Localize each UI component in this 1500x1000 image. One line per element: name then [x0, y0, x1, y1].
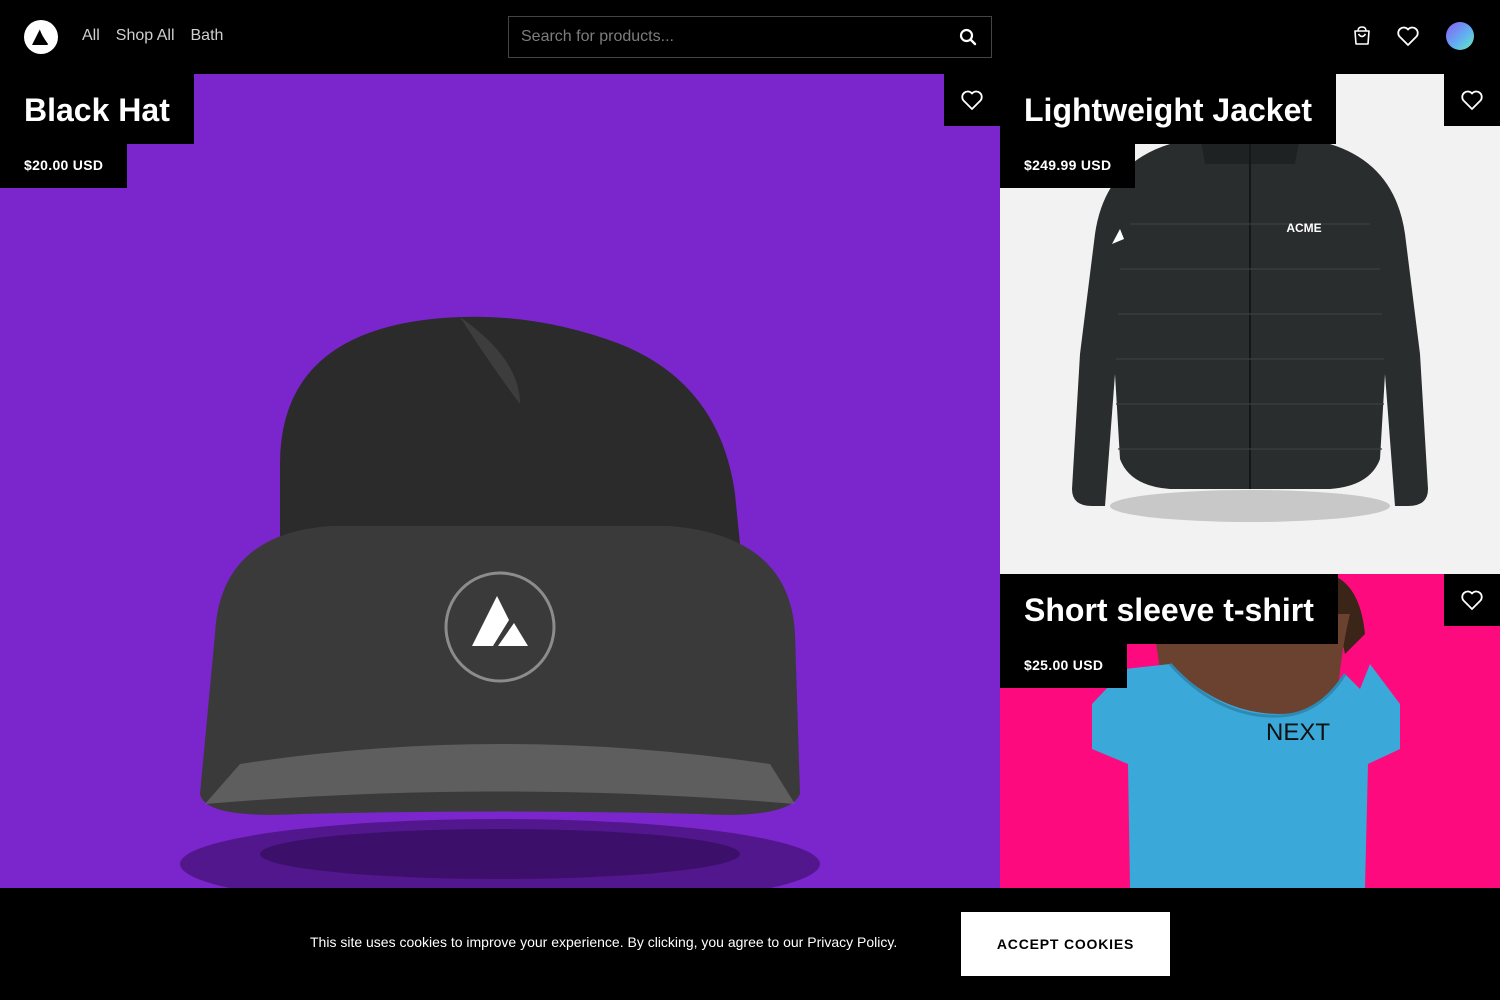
wishlist-button[interactable] [944, 74, 1000, 126]
accept-cookies-button[interactable]: ACCEPT COOKIES [961, 912, 1170, 976]
heart-icon [961, 90, 983, 110]
product-tile-short-sleeve-tshirt[interactable]: NEXT Short sleeve t-shirt $25.00 USD [1000, 574, 1500, 888]
wishlist-button[interactable] [1444, 574, 1500, 626]
wishlist-button[interactable] [1444, 74, 1500, 126]
product-tile-black-hat[interactable]: Black Hat $20.00 USD [0, 74, 1000, 888]
jacket-logo-text: ACME [1286, 221, 1321, 235]
cookie-message: This site uses cookies to improve your e… [310, 934, 898, 950]
cart-icon[interactable] [1350, 24, 1374, 48]
logo-icon[interactable] [24, 20, 58, 54]
navbar: All Shop All Bath [0, 0, 1500, 74]
search-bar [508, 16, 992, 58]
product-title: Black Hat [0, 74, 194, 144]
nav-actions [1350, 22, 1474, 50]
product-price: $20.00 USD [0, 144, 128, 188]
heart-icon[interactable] [1396, 24, 1420, 48]
nav-link-shop-all[interactable]: Shop All [116, 27, 175, 45]
nav-link-all[interactable]: All [82, 27, 100, 45]
search-icon[interactable] [959, 28, 979, 48]
heart-icon [1461, 90, 1483, 110]
product-title: Lightweight Jacket [1000, 74, 1337, 144]
avatar[interactable] [1446, 22, 1474, 50]
nav-links: All Shop All Bath [82, 27, 223, 45]
product-tile-lightweight-jacket[interactable]: ACME Lightweight Jacket $249.99 USD [1000, 74, 1500, 574]
product-price: $25.00 USD [1000, 644, 1128, 688]
black-hat-image [0, 74, 1000, 888]
cookie-banner: This site uses cookies to improve your e… [0, 888, 1500, 1000]
product-title: Short sleeve t-shirt [1000, 574, 1338, 644]
product-price: $249.99 USD [1000, 144, 1136, 188]
tshirt-logo-text: NEXT [1266, 719, 1330, 746]
search-input[interactable] [509, 17, 949, 57]
nav-link-bath[interactable]: Bath [191, 27, 224, 45]
heart-icon [1461, 590, 1483, 610]
